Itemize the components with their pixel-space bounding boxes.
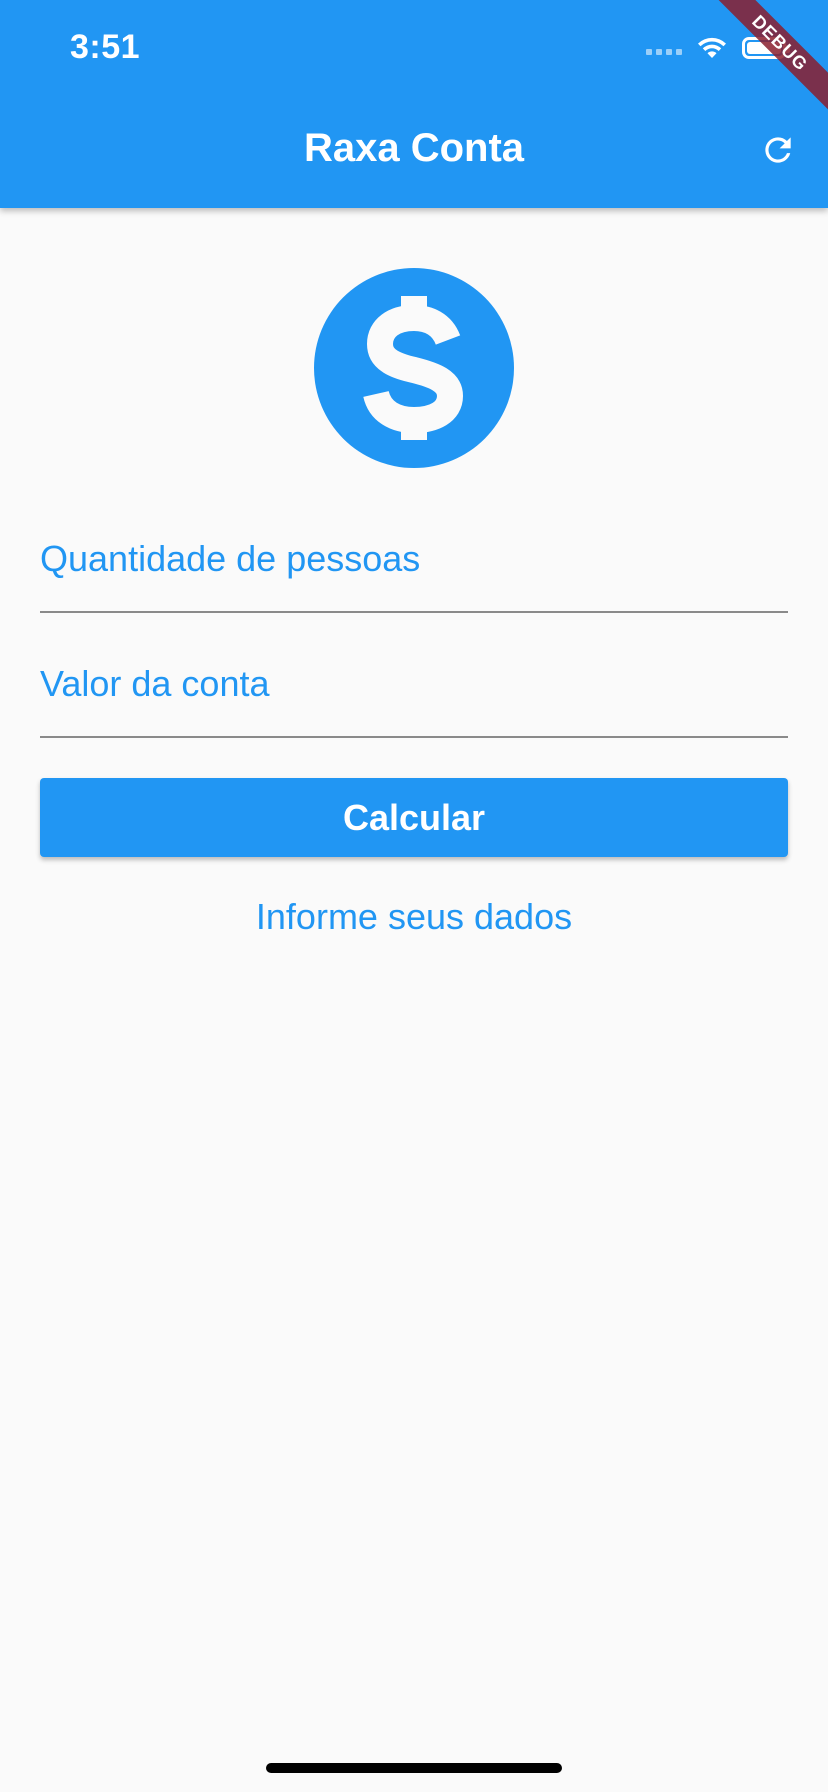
- status-icons: [646, 36, 790, 60]
- monetization-on-icon: [314, 268, 514, 468]
- info-text: Informe seus dados: [255, 896, 573, 937]
- people-count-input[interactable]: [40, 520, 788, 611]
- home-indicator: [266, 1763, 562, 1773]
- app-bar: 3:51 Raxa Conta: [0, 0, 828, 208]
- wifi-icon: [698, 37, 726, 58]
- battery-icon: [742, 37, 790, 59]
- refresh-icon: [765, 137, 791, 163]
- page-title: Raxa Conta: [303, 126, 525, 170]
- bill-amount-input[interactable]: [40, 645, 788, 736]
- people-count-field[interactable]: [40, 520, 788, 613]
- calculate-button[interactable]: Calcular: [40, 778, 788, 857]
- status-time: 3:51: [70, 28, 141, 66]
- bill-amount-field[interactable]: [40, 645, 788, 738]
- refresh-button[interactable]: [756, 128, 800, 172]
- signal-icon: [646, 41, 682, 55]
- app-screen: 3:51 Raxa Conta DEBUG Quantidade de pess…: [0, 0, 828, 1792]
